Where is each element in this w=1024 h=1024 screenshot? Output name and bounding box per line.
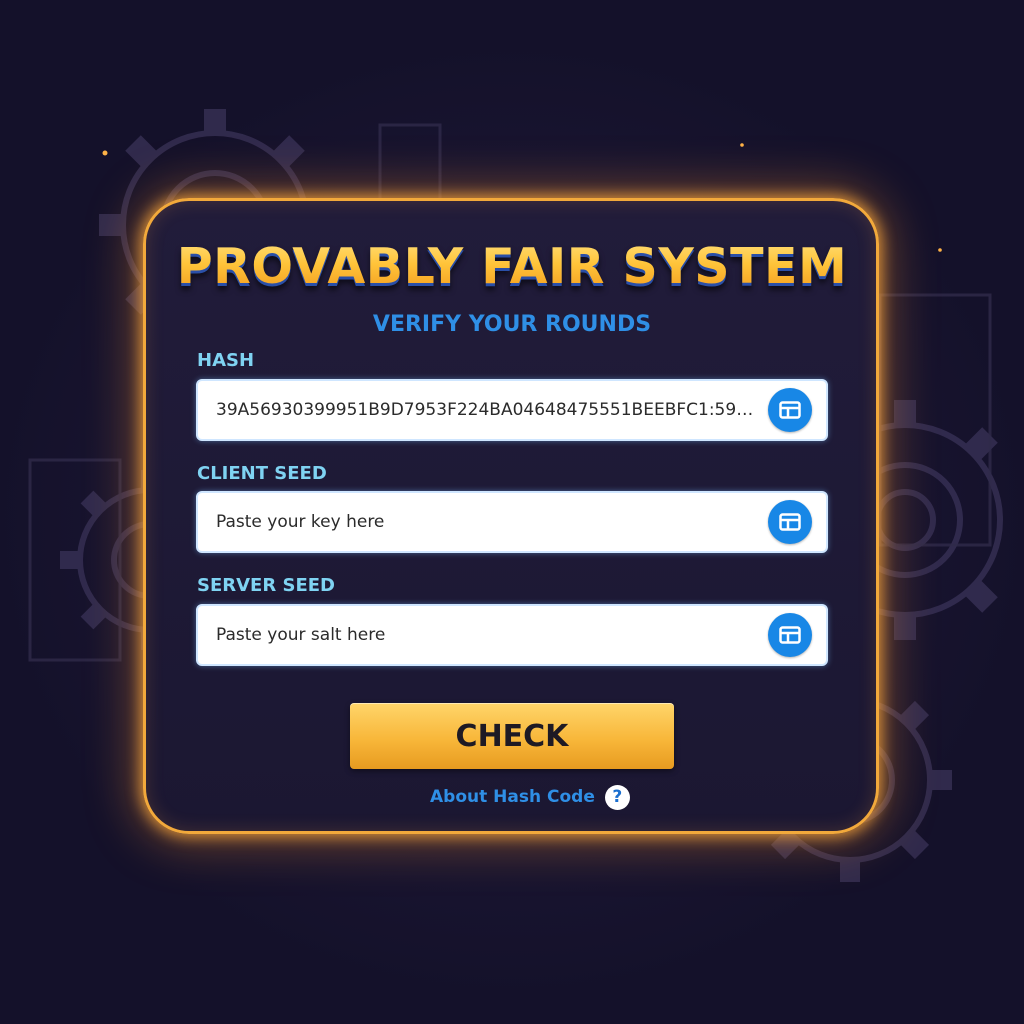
check-button[interactable]: CHECK xyxy=(350,703,674,769)
sparkle-decoration xyxy=(740,143,744,147)
hash-input[interactable] xyxy=(216,381,756,439)
paste-icon xyxy=(779,626,801,644)
client-seed-input[interactable] xyxy=(216,493,756,551)
server-seed-input[interactable] xyxy=(216,606,756,664)
about-hash-code-label: About Hash Code xyxy=(430,787,595,807)
server-seed-label: SERVER SEED xyxy=(197,575,335,596)
sparkle-decoration xyxy=(102,150,108,156)
hash-paste-button[interactable] xyxy=(768,388,812,432)
hash-field xyxy=(196,379,828,441)
page-subtitle: VERIFY YOUR ROUNDS xyxy=(372,312,652,337)
paste-icon xyxy=(779,401,801,419)
building-decoration xyxy=(378,123,442,202)
server-seed-field xyxy=(196,604,828,666)
page-title: PROVABLY FAIR SYSTEM xyxy=(0,238,1024,295)
client-seed-label: CLIENT SEED xyxy=(197,463,327,484)
hash-label: HASH xyxy=(197,350,255,371)
client-seed-paste-button[interactable] xyxy=(768,500,812,544)
server-seed-paste-button[interactable] xyxy=(768,613,812,657)
about-hash-code-link[interactable]: About Hash Code ? xyxy=(430,784,630,810)
paste-icon xyxy=(779,513,801,531)
client-seed-field xyxy=(196,491,828,553)
help-icon[interactable]: ? xyxy=(604,784,630,810)
